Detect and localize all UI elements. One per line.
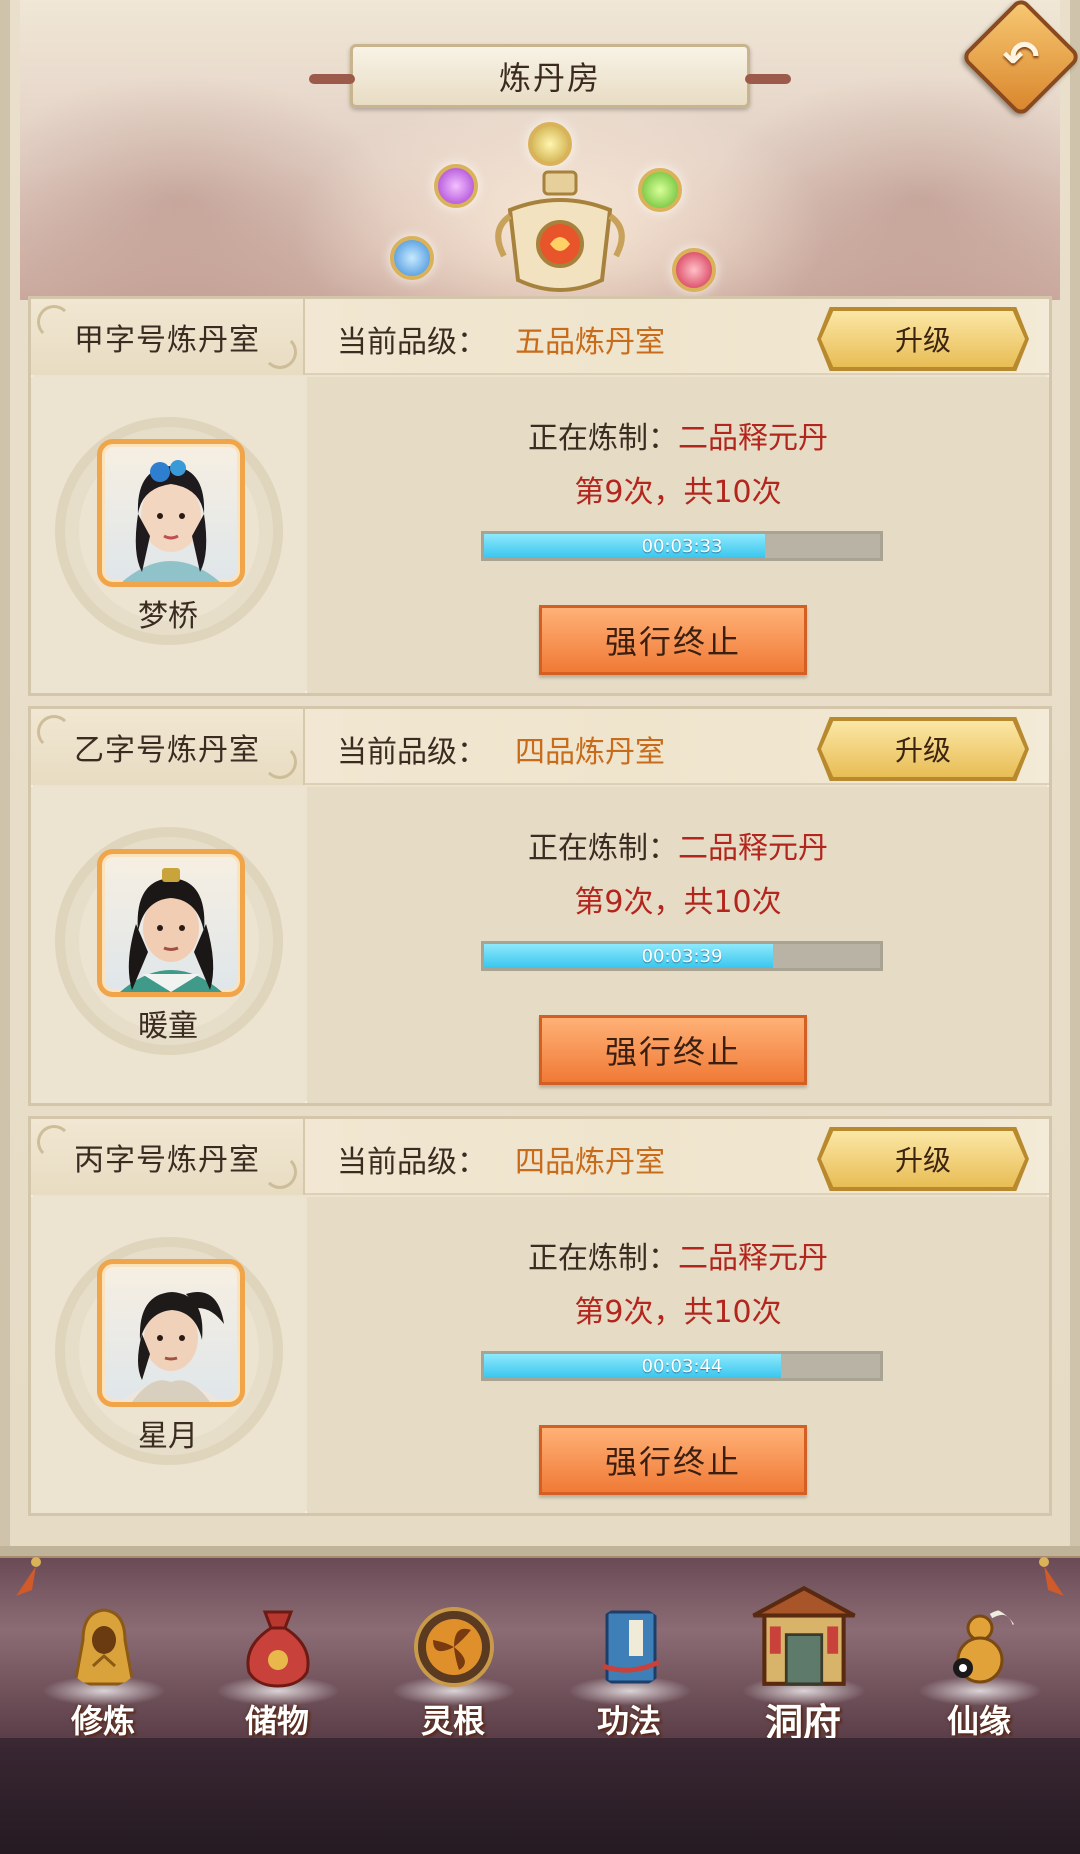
upgrade-button-label: 升级 xyxy=(894,1144,951,1177)
green-orb-icon xyxy=(638,168,682,212)
character-name: 暖童 xyxy=(138,1009,198,1044)
chamber-panel-2: 乙字号炼丹室 当前品级： 四品炼丹室 升级 暖童 正在炼制：二品释元丹 第9次，… xyxy=(28,706,1052,1106)
upgrade-button[interactable]: 升级 xyxy=(821,721,1025,777)
brew-count: 第9次，共10次 xyxy=(574,1295,782,1330)
brewing-status: 正在炼制：二品释元丹 xyxy=(307,823,1049,867)
blue-orb-icon xyxy=(390,236,434,280)
nav-label: 功法 xyxy=(596,1702,661,1740)
nav-label: 灵根 xyxy=(420,1702,485,1740)
title-banner: 炼丹房 xyxy=(309,44,791,108)
brew-progress-bar: 00:03:33 xyxy=(481,531,883,561)
progress-timer: 00:03:33 xyxy=(641,535,723,557)
young-man-avatar-icon xyxy=(120,1292,224,1402)
chamber-header: 乙字号炼丹室 当前品级： 四品炼丹室 升级 xyxy=(31,709,1049,785)
force-stop-label: 强行终止 xyxy=(604,1033,741,1071)
right-tassel-icon xyxy=(1039,1557,1064,1596)
room-name: 甲字号炼丹室 xyxy=(74,323,260,358)
male-avatar-icon xyxy=(120,868,222,992)
progress-timer: 00:03:39 xyxy=(641,945,723,967)
nav-label: 修炼 xyxy=(70,1702,135,1740)
upgrade-button[interactable]: 升级 xyxy=(821,311,1025,367)
grade-label: 当前品级： xyxy=(337,735,487,770)
grade-value: 四品炼丹室 xyxy=(515,735,665,770)
brewing-label: 正在炼制： xyxy=(528,831,678,866)
brew-progress-bar: 00:03:39 xyxy=(481,941,883,971)
cauldron-icon xyxy=(495,170,625,292)
force-stop-label: 强行终止 xyxy=(604,623,741,661)
brew-count: 第9次，共10次 xyxy=(574,475,782,510)
gourd-icon xyxy=(953,1609,1018,1684)
character-area: 暖童 xyxy=(31,787,305,1103)
character-name: 星月 xyxy=(138,1419,198,1454)
room-name: 乙字号炼丹室 xyxy=(74,733,260,768)
character-area: 星月 xyxy=(31,1197,305,1513)
upgrade-button[interactable]: 升级 xyxy=(821,1131,1025,1187)
force-stop-button[interactable]: 强行终止 xyxy=(539,1015,807,1085)
cave-mansion-icon xyxy=(752,1585,856,1686)
golden-monk-icon xyxy=(73,1608,135,1686)
force-stop-button[interactable]: 强行终止 xyxy=(539,1425,807,1495)
nav-techniques[interactable]: 功法 xyxy=(554,1566,704,1740)
brewing-area: 正在炼制：二品释元丹 第9次，共10次 00:03:44 强行终止 xyxy=(307,1197,1049,1513)
brewing-pill: 二品释元丹 xyxy=(678,421,828,456)
brewing-area: 正在炼制：二品释元丹 第9次，共10次 00:03:39 强行终止 xyxy=(307,787,1049,1103)
page-title: 炼丹房 xyxy=(498,59,601,97)
red-orb-icon xyxy=(672,248,716,292)
nav-cave-mansion[interactable]: 洞府 xyxy=(728,1566,878,1745)
grade-label: 当前品级： xyxy=(337,325,487,360)
brewing-pill: 二品释元丹 xyxy=(678,831,828,866)
grade-label: 当前品级： xyxy=(337,1145,487,1180)
chamber-header: 丙字号炼丹室 当前品级： 四品炼丹室 升级 xyxy=(31,1119,1049,1195)
treasure-bag-icon xyxy=(246,1610,310,1688)
force-stop-label: 强行终止 xyxy=(604,1443,741,1481)
force-stop-button[interactable]: 强行终止 xyxy=(539,605,807,675)
character-area: 梦桥 xyxy=(31,377,305,693)
upgrade-button-label: 升级 xyxy=(894,734,951,767)
brewing-status: 正在炼制：二品释元丹 xyxy=(307,413,1049,457)
room-name-box: 丙字号炼丹室 xyxy=(31,1119,305,1195)
nav-label: 仙缘 xyxy=(946,1702,1011,1740)
female-avatar-icon xyxy=(122,460,220,582)
purple-orb-icon xyxy=(434,164,478,208)
character-portrait[interactable] xyxy=(97,849,245,997)
nav-storage[interactable]: 储物 xyxy=(202,1566,352,1740)
chamber-panel-3: 丙字号炼丹室 当前品级： 四品炼丹室 升级 星月 正在炼制：二品释元丹 第9次，… xyxy=(28,1116,1052,1516)
bottom-nav: 修炼 储物 灵根 功法 洞府 仙缘 xyxy=(0,1556,1080,1745)
brewing-status: 正在炼制：二品释元丹 xyxy=(307,1233,1049,1277)
nav-spirit-root[interactable]: 灵根 xyxy=(378,1566,528,1740)
grade-value: 五品炼丹室 xyxy=(515,325,665,360)
left-tassel-icon xyxy=(16,1557,41,1596)
chamber-header: 甲字号炼丹室 当前品级： 五品炼丹室 升级 xyxy=(31,299,1049,375)
nav-cultivate[interactable]: 修炼 xyxy=(28,1566,178,1740)
brewing-label: 正在炼制： xyxy=(528,421,678,456)
chamber-panel-1: 甲字号炼丹室 当前品级： 五品炼丹室 升级 梦桥 正在炼制：二品释元丹 第9次，… xyxy=(28,296,1052,696)
room-name-box: 乙字号炼丹室 xyxy=(31,709,305,785)
footer-bar xyxy=(0,1738,1080,1854)
grade-value: 四品炼丹室 xyxy=(515,1145,665,1180)
nav-label: 储物 xyxy=(244,1702,309,1740)
room-name-box: 甲字号炼丹室 xyxy=(31,299,305,375)
character-name: 梦桥 xyxy=(138,599,198,634)
room-name: 丙字号炼丹室 xyxy=(74,1143,260,1178)
brewing-label: 正在炼制： xyxy=(528,1241,678,1276)
brewing-pill: 二品释元丹 xyxy=(678,1241,828,1276)
brewing-area: 正在炼制：二品释元丹 第9次，共10次 00:03:33 强行终止 xyxy=(307,377,1049,693)
brew-progress-bar: 00:03:44 xyxy=(481,1351,883,1381)
triskelion-icon xyxy=(414,1607,494,1687)
character-portrait[interactable] xyxy=(97,439,245,587)
upgrade-button-label: 升级 xyxy=(894,324,951,357)
brew-count: 第9次，共10次 xyxy=(574,885,782,920)
back-arrow-icon: ↶ xyxy=(1002,31,1040,83)
character-portrait[interactable] xyxy=(97,1259,245,1407)
progress-timer: 00:03:44 xyxy=(641,1355,723,1377)
scripture-book-icon xyxy=(602,1610,661,1684)
